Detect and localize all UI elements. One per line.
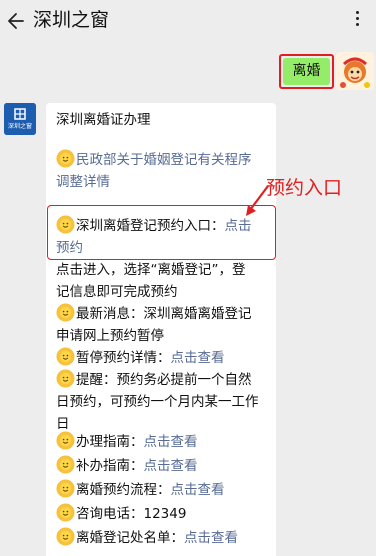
item-text: 民政部关于婚姻登记有关程序: [76, 152, 252, 168]
sun-emoji-icon: [56, 527, 75, 546]
sun-emoji-icon: [56, 479, 75, 498]
annotation-label: 预约入口: [266, 177, 343, 199]
more-icon[interactable]: [346, 8, 368, 32]
office-list-link[interactable]: 点击查看: [184, 530, 238, 546]
item-text: 离婚登记处名单：: [76, 530, 184, 546]
item-text: 提醒：预约务必提前一个自然: [76, 372, 252, 388]
bot-avatar-label: 深圳之窗: [7, 123, 32, 130]
sun-emoji-icon: [56, 303, 75, 322]
list-item: 办理指南：点击查看: [56, 431, 198, 453]
bot-avatar[interactable]: 深圳之窗: [4, 103, 36, 135]
list-item-text: 日预约，可预约一个月内某一工作: [56, 394, 259, 410]
list-item-text: 记信息即可完成预约: [56, 284, 178, 300]
sun-emoji-icon: [56, 503, 75, 522]
sun-emoji-icon: [56, 431, 75, 450]
process-link[interactable]: 点击查看: [171, 482, 225, 498]
back-arrow-icon[interactable]: [4, 10, 26, 32]
list-item-continued[interactable]: 调整详情: [56, 171, 110, 193]
list-item[interactable]: 民政部关于婚姻登记有关程序: [56, 149, 252, 171]
sun-emoji-icon: [56, 455, 75, 474]
list-item: 咨询电话：12349: [56, 503, 186, 525]
outgoing-message[interactable]: 离婚: [283, 58, 330, 85]
item-text: 离婚预约流程：: [76, 482, 171, 498]
user-avatar[interactable]: [336, 52, 374, 90]
list-item-text: 申请网上预约暂停: [56, 328, 164, 344]
list-item: 补办指南：点击查看: [56, 455, 198, 477]
list-item-text: 点击进入，选择“离婚登记”，登: [56, 262, 246, 278]
top-bar: 深圳之窗: [0, 0, 376, 44]
sun-emoji-icon: [56, 369, 75, 388]
list-item: 离婚登记处名单：点击查看: [56, 527, 238, 549]
list-item: 离婚预约流程：点击查看: [56, 479, 225, 501]
shenzhen-window-logo-icon: [4, 103, 36, 135]
item-text: 暂停预约详情：: [76, 350, 171, 366]
guide-link[interactable]: 点击查看: [144, 434, 198, 450]
list-item: 暂停预约详情：点击查看: [56, 347, 225, 369]
sun-emoji-icon: [56, 149, 75, 168]
list-item: 提醒：预约务必提前一个自然: [56, 369, 252, 391]
item-text: 最新消息：深圳离婚离婚登记: [76, 306, 252, 322]
message-title: 深圳离婚证办理: [56, 112, 151, 128]
outgoing-message-highlight: 离婚: [279, 54, 334, 89]
reissue-guide-link[interactable]: 点击查看: [144, 458, 198, 474]
monkey-avatar-icon: [336, 52, 374, 90]
chat-title: 深圳之窗: [33, 9, 110, 31]
list-item: 最新消息：深圳离婚离婚登记: [56, 303, 252, 325]
item-text: 办理指南：: [76, 434, 144, 450]
incoming-message: 深圳离婚证办理 民政部关于婚姻登记有关程序 调整详情 深圳离婚登记预约入口：点击…: [46, 103, 276, 556]
sun-emoji-icon: [56, 347, 75, 366]
pause-details-link[interactable]: 点击查看: [171, 350, 225, 366]
item-text: 补办指南：: [76, 458, 144, 474]
phone-text: 咨询电话：12349: [76, 506, 187, 522]
